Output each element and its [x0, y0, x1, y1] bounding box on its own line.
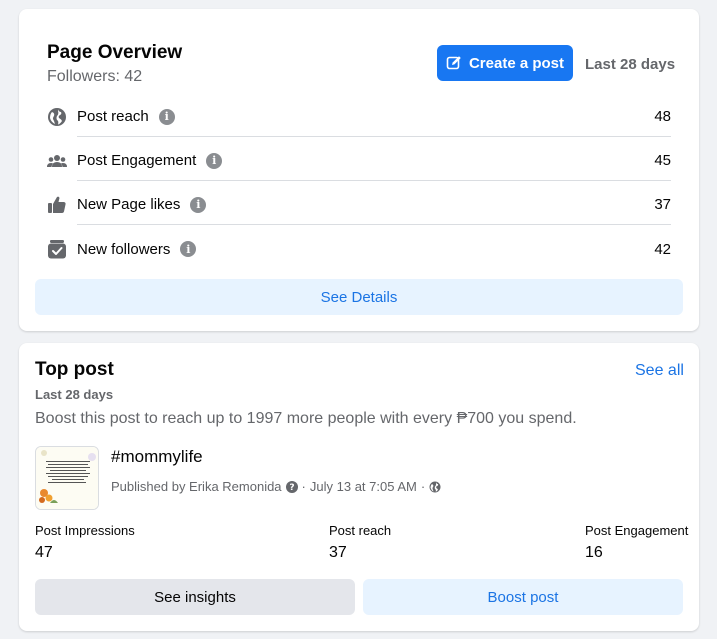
- stat-label: Post reach: [329, 523, 392, 538]
- published-by: Published by Erika Remonida: [111, 479, 282, 494]
- create-post-label: Create a post: [468, 54, 565, 72]
- metric-value: 42: [654, 240, 671, 258]
- stat-post-impressions: Post Impressions 47: [35, 523, 135, 562]
- metric-label: New Page likes: [77, 196, 181, 213]
- info-icon[interactable]: i: [206, 152, 223, 169]
- see-details-button[interactable]: See Details: [35, 279, 683, 315]
- stat-label: Post Engagement: [585, 523, 689, 538]
- globe-icon: [429, 481, 441, 492]
- info-icon[interactable]: i: [158, 108, 175, 125]
- stat-value: 16: [585, 544, 603, 561]
- post-thumbnail-image: [36, 447, 98, 509]
- stat-value: 37: [329, 544, 347, 561]
- boost-post-button[interactable]: Boost post: [363, 579, 683, 615]
- metric-label: New followers: [77, 240, 171, 258]
- post-meta: Published by Erika Remonida ? · July 13 …: [111, 479, 441, 494]
- create-post-button[interactable]: Create a post: [437, 45, 573, 81]
- stat-value: 47: [35, 544, 53, 561]
- edit-icon: [446, 56, 461, 70]
- page-overview-title: Page Overview: [47, 42, 183, 63]
- page-overview-card: Page Overview Followers: 42 Create a pos…: [19, 9, 699, 331]
- people-icon: [47, 151, 67, 171]
- separator-dot: ·: [420, 479, 426, 494]
- post-title[interactable]: #mommylife: [111, 447, 203, 467]
- metric-value: 48: [654, 108, 671, 125]
- metric-value: 45: [654, 152, 671, 169]
- stat-post-reach: Post reach 37: [329, 523, 391, 562]
- metric-label: Post Engagement: [77, 152, 197, 169]
- metric-row-post-reach: Post reach i 48: [47, 97, 671, 137]
- date-range-label[interactable]: Last 28 days: [585, 56, 675, 73]
- separator-dot: ·: [301, 479, 306, 494]
- metric-row-post-engagement: Post Engagement i 45: [47, 141, 671, 181]
- stat-label: Post Impressions: [35, 523, 135, 538]
- metric-label: Post reach: [77, 108, 149, 125]
- stat-post-engagement: Post Engagement 16: [585, 523, 688, 562]
- top-post-title: Top post: [35, 359, 114, 380]
- see-insights-button[interactable]: See insights: [35, 579, 355, 615]
- followers-count: Followers: 42: [47, 68, 143, 85]
- metric-value: 37: [654, 196, 671, 213]
- post-date[interactable]: July 13 at 7:05 AM: [310, 479, 417, 494]
- boost-promo-text: Boost this post to reach up to 1997 more…: [35, 410, 577, 427]
- thumbs-up-icon: [47, 195, 67, 215]
- top-post-range: Last 28 days: [35, 387, 114, 402]
- metric-row-new-page-likes: New Page likes i 37: [47, 185, 671, 225]
- info-icon[interactable]: i: [190, 196, 207, 213]
- metric-row-new-followers: New followers i 42: [47, 229, 671, 269]
- top-post-card: Top post Last 28 days See all Boost this…: [19, 343, 699, 631]
- post-thumbnail[interactable]: [35, 446, 99, 510]
- info-icon[interactable]: i: [180, 241, 197, 257]
- see-all-link[interactable]: See all: [635, 362, 684, 380]
- globe-icon: [47, 107, 67, 127]
- svg-text:?: ?: [289, 483, 294, 493]
- help-icon[interactable]: ?: [285, 480, 298, 493]
- follow-check-icon: [47, 239, 67, 259]
